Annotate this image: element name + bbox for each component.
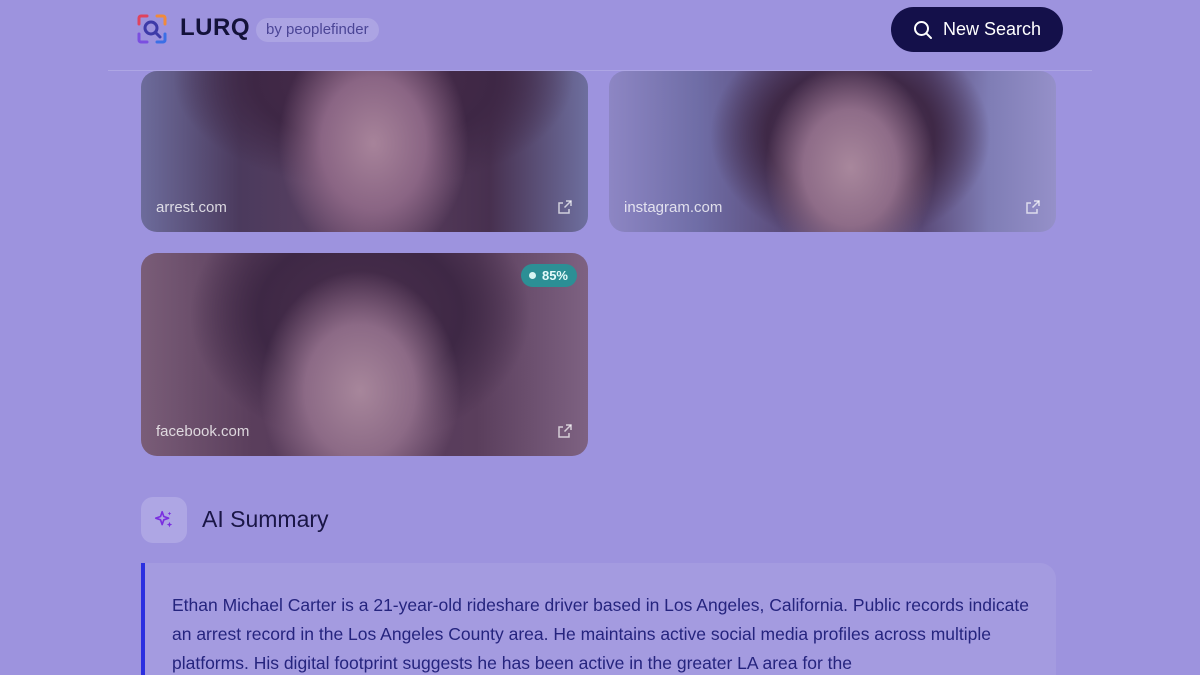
external-link-icon[interactable] <box>557 423 573 439</box>
external-link-icon[interactable] <box>557 199 573 215</box>
ai-summary-panel: Ethan Michael Carter is a 21-year-old ri… <box>141 563 1056 675</box>
brand-name: LURQ <box>180 14 250 41</box>
lurq-logo-icon[interactable] <box>135 12 169 46</box>
new-search-button[interactable]: New Search <box>891 7 1063 52</box>
result-source: arrest.com <box>156 199 227 216</box>
result-source: facebook.com <box>156 423 250 440</box>
new-search-label: New Search <box>942 19 1042 39</box>
sparkles-icon <box>141 497 187 543</box>
ai-summary-text: Ethan Michael Carter is a 21-year-old ri… <box>172 595 1029 673</box>
result-card-instagram[interactable]: instagram.com <box>609 71 1056 232</box>
search-icon <box>913 20 932 39</box>
ai-summary-title: AI Summary <box>202 506 329 532</box>
result-card-facebook[interactable]: 85% facebook.com <box>141 253 588 456</box>
external-link-icon[interactable] <box>1025 199 1041 215</box>
match-badge: 85% <box>520 264 577 287</box>
match-dot-icon <box>528 272 536 279</box>
result-source: instagram.com <box>624 199 723 216</box>
header: LURQ by peoplefinder New Search <box>0 0 1200 60</box>
match-percentage: 85% <box>541 268 568 283</box>
result-card-arrest[interactable]: arrest.com <box>141 71 588 232</box>
brand-byline: by peoplefinder <box>256 18 379 42</box>
